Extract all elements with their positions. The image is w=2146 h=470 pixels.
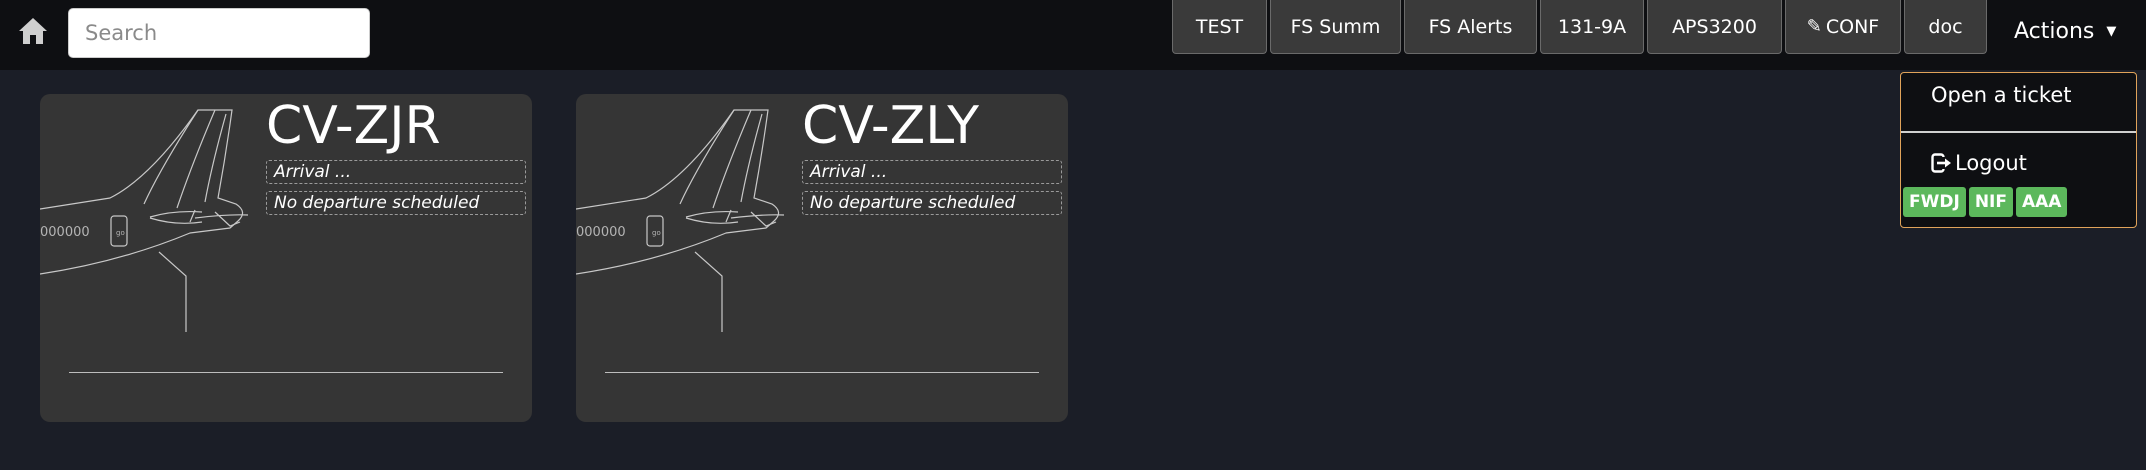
nav-button-label: FS Alerts xyxy=(1428,15,1513,38)
nav-button-fs-alerts[interactable]: FS Alerts xyxy=(1404,0,1537,54)
nav-button-doc[interactable]: doc xyxy=(1904,0,1987,54)
ground-line xyxy=(69,372,503,373)
logout-menu-item[interactable]: Logout xyxy=(1931,151,2027,175)
tag-list: FWDJ NIF AAA xyxy=(1903,187,2070,217)
nav-button-label: CONF xyxy=(1825,15,1880,38)
quick-nav-buttons: TEST FS Summ FS Alerts 131-9A APS3200 ✎ … xyxy=(1172,0,1990,56)
tag-aaa[interactable]: AAA xyxy=(2015,187,2068,217)
actions-dropdown: Open a ticket Logout FWDJ NIF AAA xyxy=(1900,72,2137,228)
nav-button-test[interactable]: TEST xyxy=(1172,0,1267,54)
logout-icon xyxy=(1931,153,1951,173)
ground-line xyxy=(605,372,1039,373)
aircraft-card[interactable]: 000000 go CV-ZLY Arrival ... No departur… xyxy=(576,94,1068,422)
fuselage-serial: 000000 xyxy=(576,225,626,240)
top-navbar: TEST FS Summ FS Alerts 131-9A APS3200 ✎ … xyxy=(0,0,2146,70)
arrival-info: Arrival ... xyxy=(802,160,1062,184)
tag-nif[interactable]: NIF xyxy=(1968,187,2013,217)
nav-button-conf[interactable]: ✎ CONF xyxy=(1785,0,1901,54)
nav-button-131-9a[interactable]: 131-9A xyxy=(1540,0,1644,54)
actions-menu-toggle[interactable]: Actions ▼ xyxy=(2014,14,2116,48)
nav-button-fs-summ[interactable]: FS Summ xyxy=(1270,0,1401,54)
actions-label: Actions xyxy=(2014,18,2095,44)
aircraft-registration: CV-ZLY xyxy=(802,96,980,156)
aircraft-card[interactable]: 000000 go CV-ZJR Arrival ... No departur… xyxy=(40,94,532,422)
open-ticket-menu-item[interactable]: Open a ticket xyxy=(1931,83,2072,107)
home-icon[interactable] xyxy=(16,14,50,48)
search-input[interactable] xyxy=(68,8,370,58)
nav-button-label: APS3200 xyxy=(1672,15,1757,38)
logout-label: Logout xyxy=(1955,151,2027,175)
fuselage-serial: 000000 xyxy=(40,225,90,240)
departure-info: No departure scheduled xyxy=(802,191,1062,215)
svg-text:go: go xyxy=(116,229,125,237)
caret-down-icon: ▼ xyxy=(2106,23,2117,39)
dropdown-divider xyxy=(1901,131,2136,133)
pencil-icon: ✎ xyxy=(1806,16,1822,37)
nav-button-label: TEST xyxy=(1195,15,1244,38)
aircraft-registration: CV-ZJR xyxy=(266,96,441,156)
nav-button-label: doc xyxy=(1928,15,1963,38)
tag-fwdj[interactable]: FWDJ xyxy=(1903,187,1966,217)
nav-button-label: 131-9A xyxy=(1557,15,1627,38)
arrival-info: Arrival ... xyxy=(266,160,526,184)
nav-button-label: FS Summ xyxy=(1290,15,1381,38)
departure-info: No departure scheduled xyxy=(266,191,526,215)
svg-text:go: go xyxy=(652,229,661,237)
nav-button-aps3200[interactable]: APS3200 xyxy=(1647,0,1782,54)
